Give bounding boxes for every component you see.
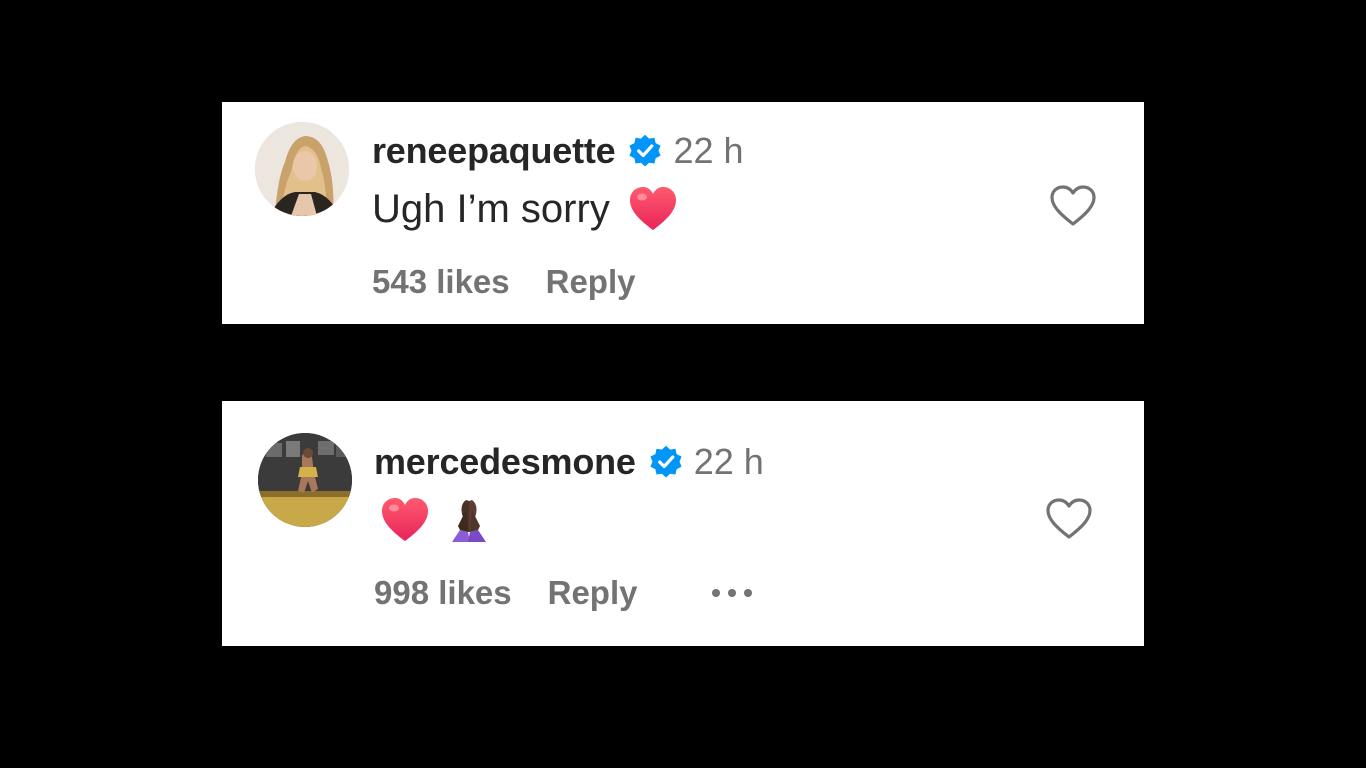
comment-footer: 543 likes Reply (372, 260, 636, 304)
comment-footer: 998 likes Reply (374, 571, 756, 615)
comment-header: mercedesmone 22 h (374, 439, 764, 485)
avatar-blonde-woman-icon (255, 122, 349, 216)
reply-button[interactable]: Reply (546, 263, 636, 301)
likes-count[interactable]: 543 likes (372, 263, 510, 301)
heart-outline-icon[interactable] (1048, 183, 1098, 229)
verified-badge-icon (629, 134, 662, 167)
username[interactable]: reneepaquette (372, 130, 616, 172)
more-options-icon[interactable] (708, 586, 756, 600)
timestamp: 22 h (673, 130, 744, 171)
likes-count[interactable]: 998 likes (374, 574, 512, 612)
screenshot-canvas: reneepaquette 22 h Ugh I’m sorry 543 lik… (0, 0, 1366, 768)
reply-button[interactable]: Reply (548, 574, 638, 612)
folded-hands-icon (452, 500, 486, 542)
comment-text: Ugh I’m sorry (372, 182, 678, 236)
comment-card: mercedesmone 22 h 998 likes Reply (222, 401, 1144, 646)
heart-outline-icon[interactable] (1044, 496, 1094, 542)
verified-badge-icon (650, 445, 682, 478)
avatar[interactable] (258, 433, 352, 527)
timestamp: 22 h (693, 441, 764, 482)
avatar-wrestler-arena-icon (258, 433, 352, 527)
red-heart-icon (629, 187, 676, 230)
red-heart-icon (382, 498, 428, 541)
username[interactable]: mercedesmone (374, 441, 636, 483)
comment-card: reneepaquette 22 h Ugh I’m sorry 543 lik… (222, 102, 1144, 324)
comment-header: reneepaquette 22 h (372, 128, 744, 174)
comment-text (380, 493, 494, 547)
avatar[interactable] (255, 122, 349, 216)
comment-body: Ugh I’m sorry (372, 186, 610, 231)
